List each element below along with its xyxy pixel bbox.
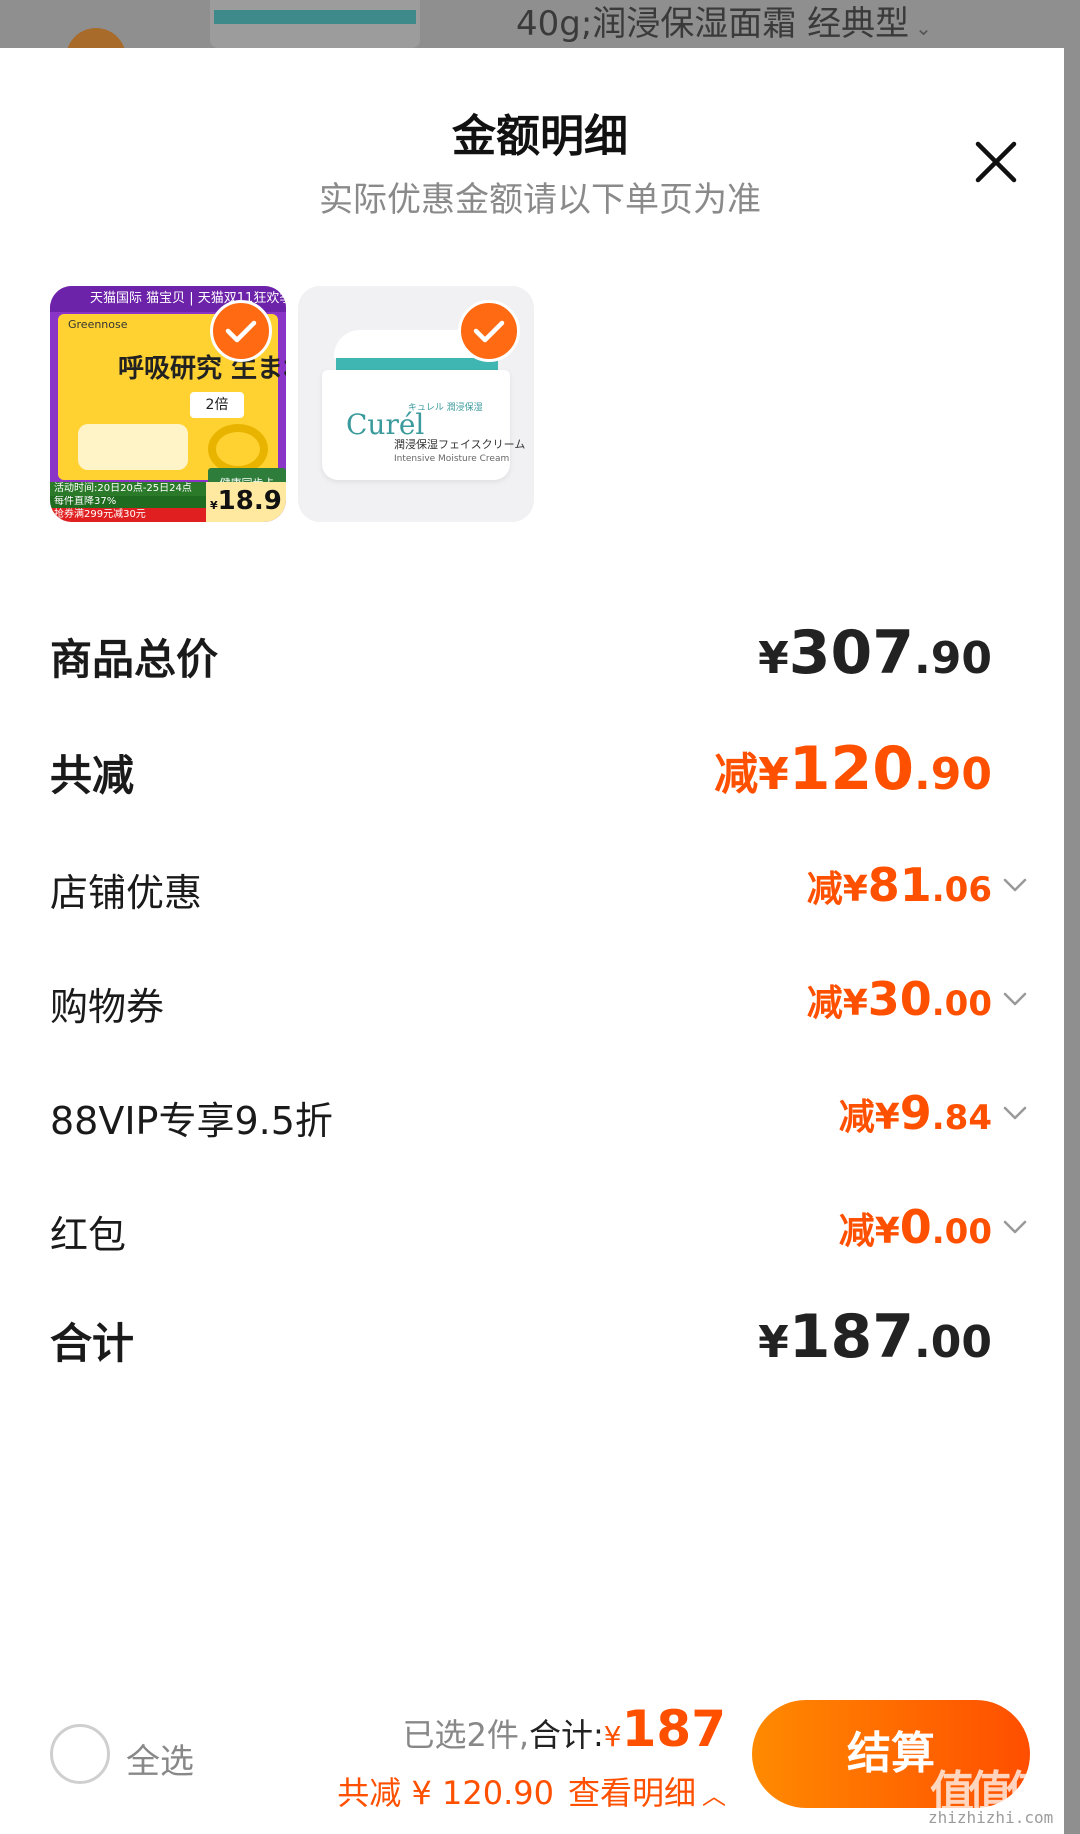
total-label: 合计:: [529, 1716, 604, 1754]
jar-band: [336, 358, 498, 370]
chevron-down-icon[interactable]: [1000, 1212, 1030, 1242]
background-page: 40g;润浸保湿面霜 经典型 ⌄: [0, 0, 1080, 48]
select-all-radio[interactable]: [50, 1724, 110, 1784]
row-label: 商品总价: [50, 635, 219, 684]
background-avatar: [66, 28, 126, 48]
chevron-up-icon: ︿: [702, 1782, 726, 1810]
view-detail-link[interactable]: 查看明细 ︿: [568, 1774, 726, 1812]
watermark-site: zhizhizhi.com: [928, 1808, 1054, 1827]
total-value: 187: [621, 1700, 726, 1758]
sheet-subtitle: 实际优惠金额请以下单页为准: [319, 180, 761, 220]
total-currency: ¥: [603, 1720, 622, 1753]
select-all-label[interactable]: 全选: [126, 1734, 194, 1783]
product-name-jp: 潤浸保湿フェイスクリーム: [394, 438, 526, 451]
product-brand: Greennose: [68, 318, 128, 331]
product-thumbnail-baby-mask[interactable]: 天猫国际 猫宝贝 | 天猫双11狂欢季 Greennose 呼吸研究 生まれ! …: [50, 286, 286, 522]
product-illustration: [78, 424, 188, 470]
row-value: 减¥9.84: [838, 1086, 992, 1140]
discount-summary: 共减 ¥ 120.90 查看明细 ︿: [337, 1768, 726, 1814]
promo-coupon: 抢券满299元减30元: [50, 508, 206, 522]
sheet-title: 金额明细: [452, 111, 628, 162]
chevron-down-icon[interactable]: [1000, 984, 1030, 1014]
chevron-down-icon[interactable]: [1000, 870, 1030, 900]
product-strap: [208, 424, 268, 474]
row-value: 减¥120.90: [714, 734, 992, 804]
order-summary: 已选2件,合计:¥187: [402, 1700, 726, 1758]
row-value: 减¥0.00: [838, 1200, 992, 1254]
row-value: 减¥30.00: [806, 972, 992, 1026]
background-product-thumbnail: [210, 0, 420, 48]
row-label: 购物券: [50, 985, 165, 1029]
amount-detail-sheet: 金额明细 实际优惠金额请以下单页为准 天猫国际 猫宝贝 | 天猫双11狂欢季 G…: [0, 48, 1064, 1834]
product-thumbnail-curel-cream[interactable]: Curél キュレル 潤浸保湿 潤浸保湿フェイスクリーム Intensive M…: [298, 286, 534, 522]
row-label: 合计: [50, 1319, 135, 1368]
selected-count: 已选2件,: [402, 1716, 529, 1754]
promo-time: 活动时间:20日20点-25日24点: [50, 482, 206, 496]
product-price: ¥18.9: [210, 486, 282, 516]
checkmark-icon[interactable]: [210, 300, 272, 362]
row-value: ¥187.00: [758, 1302, 992, 1372]
background-product-spec: 40g;润浸保湿面霜 经典型 ⌄: [516, 4, 932, 44]
background-edge: [1064, 48, 1080, 1834]
promo-discount: 每件直降37%: [50, 496, 206, 508]
close-icon[interactable]: [966, 132, 1026, 192]
row-label: 红包: [50, 1213, 127, 1257]
product-tag: 2倍: [190, 392, 244, 418]
checkmark-icon[interactable]: [458, 300, 520, 362]
row-label: 88VIP专享9.5折: [50, 1099, 333, 1143]
row-label: 共减: [50, 751, 135, 800]
row-value: 减¥81.06: [806, 858, 992, 912]
row-value: ¥307.90: [758, 618, 992, 688]
product-name-en: Intensive Moisture Cream: [394, 454, 510, 464]
row-label: 店铺优惠: [50, 871, 203, 915]
discount-text: 共减 ¥ 120.90: [337, 1774, 554, 1812]
chevron-down-icon[interactable]: [1000, 1098, 1030, 1128]
product-series: キュレル 潤浸保湿: [408, 403, 483, 413]
